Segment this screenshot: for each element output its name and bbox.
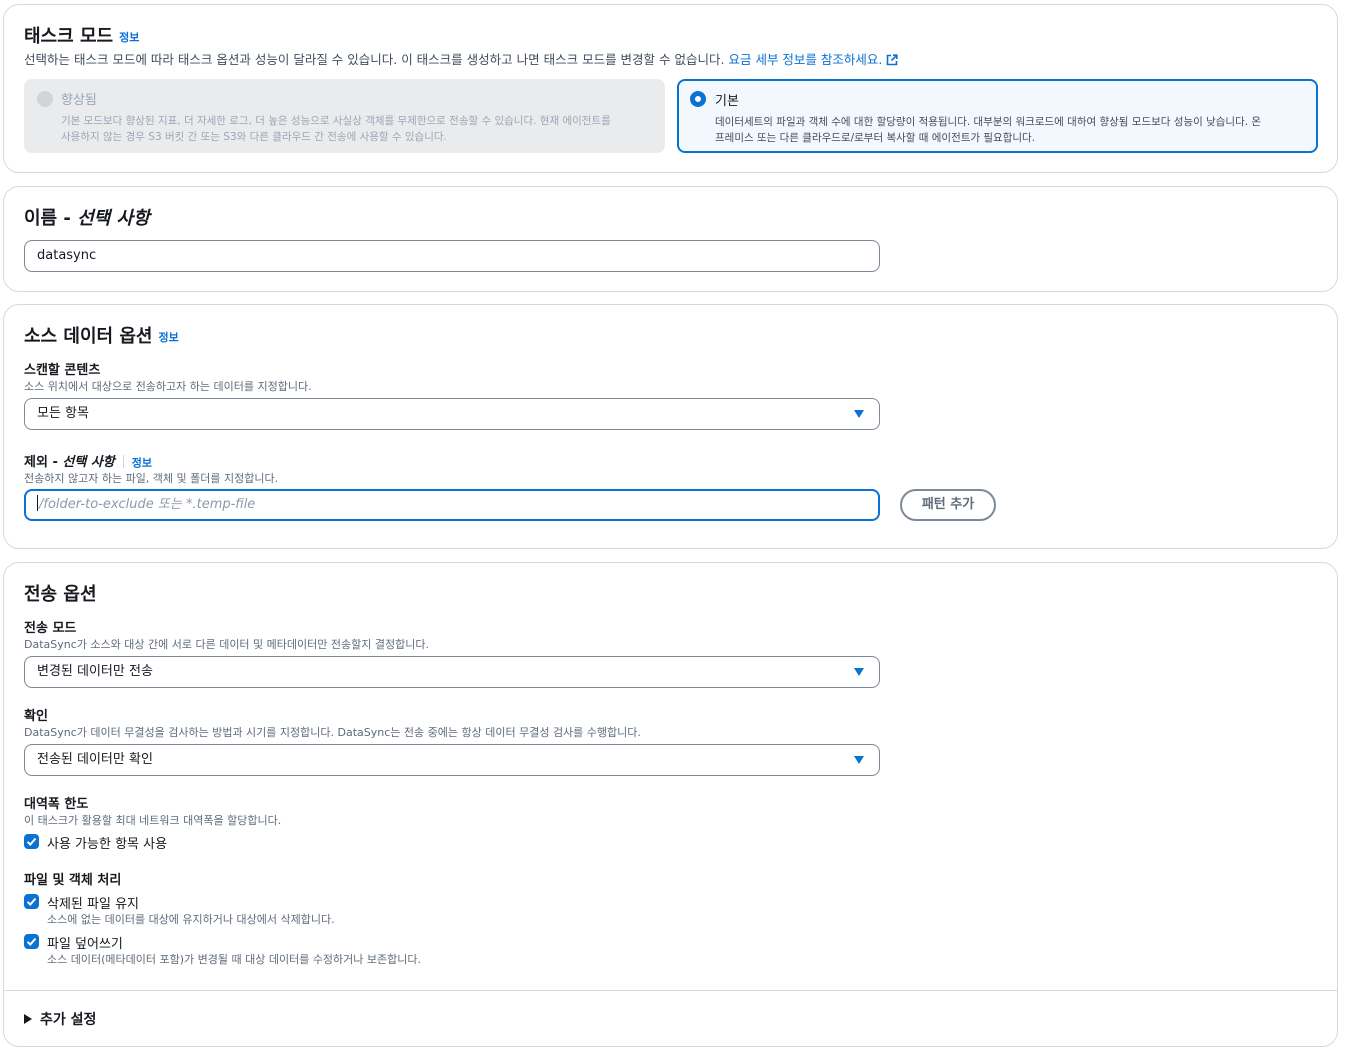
exclude-desc: 전송하지 않고자 하는 파일, 객체 및 폴더를 지정합니다.: [24, 472, 279, 485]
task-mode-title: 태스크 모드 정보: [24, 22, 139, 48]
caret-right-icon: [24, 1014, 32, 1024]
add-pattern-button[interactable]: 패턴 추가: [900, 489, 996, 521]
task-mode-title-text: 태스크 모드: [24, 26, 114, 47]
exclude-pattern-input[interactable]: /folder-to-exclude 또는 *.temp-file: [24, 489, 880, 521]
source-options-title: 소스 데이터 옵션 정보: [24, 322, 179, 348]
transfer-options-panel: 전송 옵션 전송 모드 DataSync가 소스와 대상 간에 서로 다른 데이…: [3, 562, 1338, 1047]
bandwidth-desc: 이 태스크가 활용할 최대 네트워크 대역폭을 할당합니다.: [24, 814, 282, 827]
exclude-info-link[interactable]: 정보: [132, 457, 152, 470]
overwrite-desc: 소스 데이터(메타데이터 포함)가 변경될 때 대상 데이터를 수정하거나 보존…: [47, 953, 422, 966]
verify-desc: DataSync가 데이터 무결성을 검사하는 방법과 시기를 지정합니다. D…: [24, 726, 641, 739]
caret-down-icon: [854, 668, 864, 676]
verify-value: 전송된 데이터만 확인: [37, 752, 153, 767]
text-cursor: [37, 495, 38, 511]
checkbox-checked-icon[interactable]: [24, 834, 39, 849]
radio-basic[interactable]: [690, 91, 706, 107]
name-input[interactable]: datasync: [24, 240, 880, 272]
source-options-panel: 소스 데이터 옵션 정보 스캔할 콘텐츠 소스 위치에서 대상으로 전송하고자 하…: [3, 304, 1338, 549]
external-link-icon[interactable]: [886, 54, 898, 69]
exclude-label: 제외 - 선택 사항 정보: [24, 451, 152, 471]
scan-content-value: 모든 항목: [37, 406, 89, 421]
file-handling-label: 파일 및 객체 처리: [24, 873, 122, 888]
transfer-mode-select[interactable]: 변경된 데이터만 전송: [24, 656, 880, 688]
enhanced-desc-line1: 기본 모드보다 향상된 지표, 더 자세한 로그, 더 높은 성능으로 사실상 …: [61, 115, 611, 127]
section-divider: [4, 990, 1337, 991]
overwrite-label: 파일 덮어쓰기: [47, 937, 123, 952]
enhanced-label: 향상됨: [61, 93, 97, 108]
task-mode-description: 선택하는 태스크 모드에 따라 태스크 옵션과 성능이 달라질 수 있습니다. …: [24, 49, 898, 69]
transfer-mode-desc: DataSync가 소스와 대상 간에 서로 다른 데이터 및 메타데이터만 전…: [24, 638, 429, 651]
task-mode-info-link[interactable]: 정보: [119, 31, 139, 44]
checkbox-checked-icon[interactable]: [24, 934, 39, 949]
caret-down-icon: [854, 756, 864, 764]
name-panel: 이름 - 선택 사항 datasync: [3, 186, 1338, 292]
radio-enhanced: [37, 91, 53, 107]
bandwidth-label: 대역폭 한도: [24, 797, 89, 812]
transfer-mode-label: 전송 모드: [24, 621, 77, 636]
source-options-info-link[interactable]: 정보: [158, 331, 178, 344]
exclude-placeholder: /folder-to-exclude 또는 *.temp-file: [39, 497, 256, 512]
name-title-main: 이름 -: [24, 208, 78, 229]
basic-label: 기본: [715, 94, 739, 109]
verify-select[interactable]: 전송된 데이터만 확인: [24, 744, 880, 776]
enhanced-desc-line2: 사용하지 않는 경우 S3 버킷 간 또는 S3와 다른 클라우드 간 전송에 …: [61, 131, 447, 143]
scan-content-desc: 소스 위치에서 대상으로 전송하고자 하는 데이터를 지정합니다.: [24, 380, 312, 393]
exclude-label-optional: 선택 사항: [62, 455, 115, 470]
task-mode-option-enhanced: 향상됨 기본 모드보다 향상된 지표, 더 자세한 로그, 더 높은 성능으로 …: [24, 79, 665, 153]
pricing-link[interactable]: 요금 세부 정보를 참조하세요.: [728, 52, 882, 67]
transfer-options-title: 전송 옵션: [24, 584, 97, 605]
name-title: 이름 - 선택 사항: [24, 204, 150, 230]
checkbox-checked-icon[interactable]: [24, 894, 39, 909]
additional-settings-label: 추가 설정: [40, 1012, 97, 1028]
scan-content-label: 스캔할 콘텐츠: [24, 363, 101, 378]
basic-desc-line1: 데이터세트의 파일과 객체 수에 대한 할당량이 적용됩니다. 대부분의 워크로…: [715, 116, 1262, 128]
transfer-mode-value: 변경된 데이터만 전송: [37, 664, 153, 679]
bandwidth-checkbox-label: 사용 가능한 항목 사용: [47, 837, 168, 852]
verify-label: 확인: [24, 709, 48, 724]
scan-content-select[interactable]: 모든 항목: [24, 398, 880, 430]
exclude-label-main: 제외 -: [24, 455, 63, 470]
basic-desc-line2: 프레미스 또는 다른 클라우드로/로부터 복사할 때 에이전트가 필요합니다.: [715, 132, 1036, 144]
name-title-optional: 선택 사항: [77, 208, 150, 229]
keep-deleted-desc: 소스에 없는 데이터를 대상에 유지하거나 대상에서 삭제합니다.: [47, 913, 335, 926]
keep-deleted-label: 삭제된 파일 유지: [47, 897, 139, 912]
task-mode-panel: 태스크 모드 정보 선택하는 태스크 모드에 따라 태스크 옵션과 성능이 달라질…: [3, 4, 1338, 173]
task-mode-option-basic[interactable]: 기본 데이터세트의 파일과 객체 수에 대한 할당량이 적용됩니다. 대부분의 …: [677, 79, 1318, 153]
task-mode-description-text: 선택하는 태스크 모드에 따라 태스크 옵션과 성능이 달라질 수 있습니다. …: [24, 52, 725, 67]
source-options-title-text: 소스 데이터 옵션: [24, 326, 153, 347]
label-divider: [122, 455, 124, 468]
caret-down-icon: [854, 410, 864, 418]
additional-settings-expander[interactable]: 추가 설정: [24, 1009, 96, 1029]
